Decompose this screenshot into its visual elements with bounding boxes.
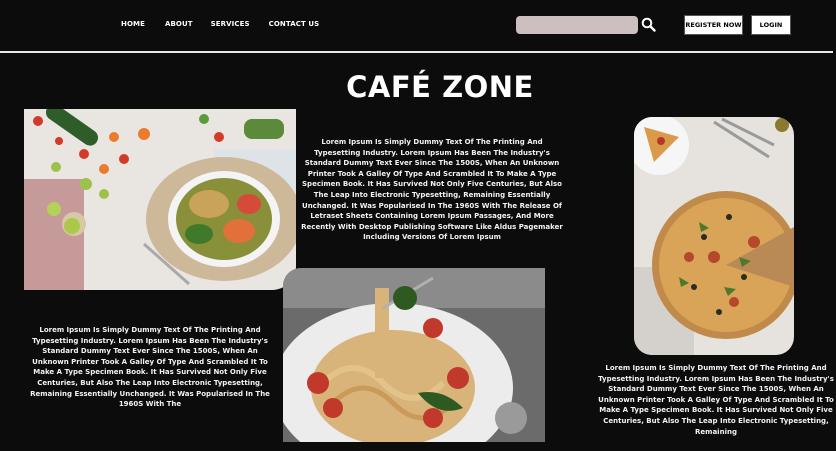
nav-about[interactable]: ABOUT <box>165 20 193 28</box>
main-nav: HOME ABOUT SERVICES CONTACT US <box>121 20 319 28</box>
page: HOME ABOUT SERVICES CONTACT US REGISTER … <box>0 0 836 451</box>
nav-home[interactable]: HOME <box>121 20 145 28</box>
pizza-image <box>634 117 794 355</box>
search-input[interactable] <box>516 16 638 34</box>
nav-services[interactable]: SERVICES <box>211 20 250 28</box>
search-icon[interactable] <box>641 17 656 32</box>
login-button[interactable]: LOGIN <box>751 15 791 35</box>
register-now-button[interactable]: REGISTER NOW <box>684 15 743 35</box>
intro-text-left: Lorem Ipsum Is Simply Dummy Text Of The … <box>30 326 270 409</box>
intro-text-right: Lorem Ipsum Is Simply Dummy Text Of The … <box>598 364 834 436</box>
pasta-image <box>283 268 545 442</box>
header-divider <box>0 51 833 53</box>
intro-text-center: Lorem Ipsum Is Simply Dummy Text Of The … <box>301 138 563 242</box>
page-title: CAFÉ ZONE <box>346 70 534 104</box>
nav-contact-us[interactable]: CONTACT US <box>269 20 320 28</box>
salad-bowl-image <box>24 109 296 290</box>
